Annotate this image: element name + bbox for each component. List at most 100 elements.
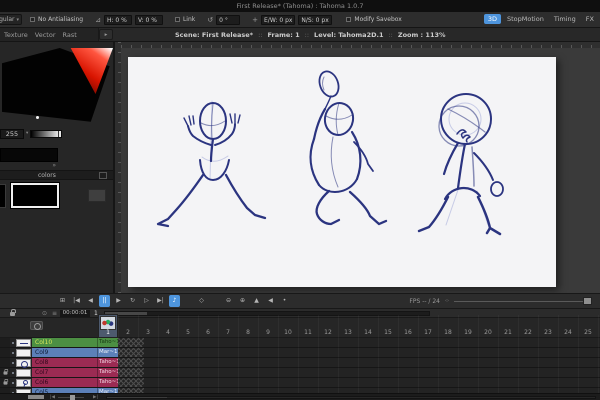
frame-number[interactable]: 11 [298,328,318,338]
room-tab-timing[interactable]: Timing [550,14,580,24]
palette-swatch[interactable] [0,184,6,208]
timeline-row[interactable]: Col7 Taho~1 [0,368,600,378]
lock-icon[interactable] [10,312,15,316]
no-antialiasing-checkbox[interactable] [30,17,35,22]
compare-button[interactable]: ◇ [196,295,207,307]
column-name[interactable]: Col6 [32,378,97,387]
type-dropdown[interactable]: gular ▾ [0,14,22,25]
modify-savebox-checkbox[interactable] [346,17,351,22]
room-tab-fx[interactable]: FX [582,14,598,24]
frame-number[interactable]: 2 [118,328,138,338]
safe-area-button[interactable]: ⊞ [57,295,68,307]
frame-cell[interactable]: Taho~1 [97,378,118,387]
frame-number[interactable]: 20 [478,328,498,338]
rotation-field[interactable]: 0 ° [216,15,240,25]
frame-number[interactable]: 19 [458,328,478,338]
flip-vertical-button[interactable]: ▲ [251,295,262,307]
frame-cell[interactable]: Taho~1 [97,338,118,347]
current-style-swatch[interactable] [0,148,58,162]
timeline-row[interactable]: Col6 Taho~1 [0,378,600,388]
frame-number[interactable]: 23 [538,328,558,338]
horizontal-scrollbar[interactable] [106,396,596,399]
style-page-tab[interactable]: Vector [35,31,56,39]
lock-icon[interactable] [3,381,7,384]
frame-number[interactable]: 14 [358,328,378,338]
column-thumbnail[interactable] [16,369,31,377]
frame-number[interactable]: 17 [418,328,438,338]
fps-slider-arrows[interactable]: ‹› [445,298,449,304]
frame-slider-handle[interactable] [583,297,592,305]
zoom-out-button[interactable]: ⊖ [223,295,234,307]
frame-number[interactable]: 25 [578,328,598,338]
column-name[interactable]: Col10 [32,338,97,347]
frame-number[interactable]: 16 [398,328,418,338]
value-slider-handle[interactable] [58,131,61,137]
frame-number[interactable]: 6 [198,328,218,338]
play-button[interactable]: ▶ [113,295,124,307]
frame-number[interactable]: 24 [558,328,578,338]
lock-icon[interactable] [3,371,7,374]
frame-number[interactable]: 13 [338,328,358,338]
style-tabs-menu-button[interactable]: ▸ [99,29,113,40]
zoom-in-button[interactable]: ⊕ [237,295,248,307]
timeline-zoom-handle[interactable] [70,395,75,400]
frame-number[interactable]: 5 [178,328,198,338]
frame-number[interactable]: 3 [138,328,158,338]
first-frame-button[interactable]: |◀ [71,295,82,307]
spinner-icon[interactable]: ▾ [26,131,28,136]
column-thumbnail[interactable] [16,359,31,367]
link-checkbox[interactable] [175,17,180,22]
value-field[interactable]: 255 [0,129,24,139]
timeline-row[interactable]: Col8 Taho~1 [0,358,600,368]
palette-swatch-button[interactable] [88,189,106,202]
scale-v-field[interactable]: V: 0 % [135,15,163,25]
zoom-in-icon[interactable]: ▶| [93,394,98,400]
timeline-zoom-slider[interactable] [58,397,84,398]
style-page-tab[interactable]: Rast [63,31,77,39]
scale-h-field[interactable]: H: 0 % [104,15,132,25]
color-picker-cursor[interactable] [36,116,39,119]
frame-number[interactable]: 8 [238,328,258,338]
previous-frame-button[interactable]: ◀ [85,295,96,307]
zoom-out-icon[interactable]: |◀ [50,394,55,400]
horizontal-scrollbar-thumb[interactable] [107,397,167,398]
column-thumbnail[interactable] [16,349,31,357]
frame-number[interactable]: 22 [518,328,538,338]
play-range-button[interactable]: ▷ [141,295,152,307]
reset-view-button[interactable]: • [279,295,290,307]
frame-cell[interactable]: Taho~1 [97,358,118,367]
frame-number[interactable]: 1 [98,328,118,338]
frame-number[interactable]: 15 [378,328,398,338]
move-ew-field[interactable]: E/W: 0 px [261,15,295,25]
style-page-tab[interactable]: Texture [4,31,28,39]
color-picker[interactable] [2,48,113,124]
palette-options-icon[interactable] [99,172,107,179]
zoom-widget[interactable] [28,395,44,399]
frame-number[interactable]: 18 [438,328,458,338]
last-frame-button[interactable]: ▶| [155,295,166,307]
onion-skin-icon[interactable]: ⊙ [42,309,47,318]
pause-button[interactable]: || [99,295,110,307]
frame-slider[interactable] [454,301,592,302]
column-name[interactable]: Col8 [32,358,97,367]
expand-palette-icon[interactable]: » [52,162,56,170]
frame-number[interactable]: 10 [278,328,298,338]
column-name[interactable]: Col9 [32,348,97,357]
time-field[interactable]: 00:00:01 [60,310,90,317]
sound-button[interactable]: ♪ [169,295,180,307]
room-tab-stopmotion[interactable]: StopMotion [503,14,548,24]
frame-number[interactable]: 4 [158,328,178,338]
value-slider[interactable] [30,130,62,138]
camera-icon[interactable] [30,321,43,330]
palette-swatch-selected[interactable] [11,183,59,208]
menu-icon[interactable]: ≡ [52,309,57,318]
frame-number[interactable]: 21 [498,328,518,338]
room-tab-3d[interactable]: 3D [484,14,501,24]
flip-horizontal-button[interactable]: ◀ [265,295,276,307]
frame-number[interactable]: 9 [258,328,278,338]
frame-number[interactable]: 7 [218,328,238,338]
move-ns-field[interactable]: N/S: 0 px [298,15,332,25]
frame-cell[interactable]: Mar~1 [97,348,118,357]
column-name[interactable]: Col7 [32,368,97,377]
frame-cell[interactable]: Taho~1 [97,368,118,377]
